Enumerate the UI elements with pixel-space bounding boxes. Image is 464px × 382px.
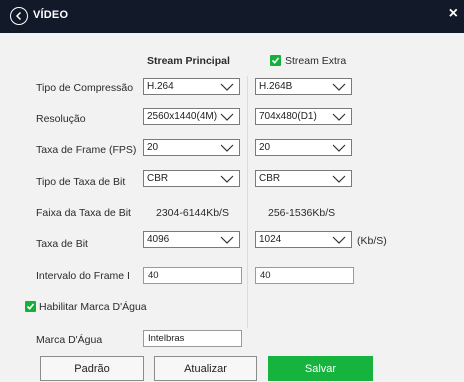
fps-main-select[interactable]: 20 [143,139,240,156]
bitrate-extra-select[interactable]: 1024 [255,231,352,248]
chevron-down-icon [220,144,234,152]
watermark-label: Marca D'Água [36,334,103,346]
chevron-down-icon [332,175,346,183]
stream-extra-checkbox[interactable] [270,55,281,66]
watermark-enable-label: Habilitar Marca D'Água [39,301,147,313]
compression-main-value: H.264 [147,81,174,92]
bitrate-main-value: 4096 [147,234,170,245]
bitrate-extra-value: 1024 [259,234,282,245]
chevron-down-icon [332,83,346,91]
stream-main-header: Stream Principal [147,55,230,67]
resolution-main-select[interactable]: 2560x1440(4M) [143,108,240,125]
compression-label: Tipo de Compressão [36,82,134,94]
resolution-extra-value: 704x480(D1) [259,111,317,122]
chevron-down-icon [332,113,346,121]
chevron-down-icon [220,236,234,244]
close-icon[interactable]: × [449,6,458,22]
bitrate-type-main-select[interactable]: CBR [143,170,240,187]
compression-main-select[interactable]: H.264 [143,78,240,95]
iframe-extra-input[interactable]: 40 [255,267,354,284]
chevron-down-icon [332,236,346,244]
resolution-main-value: 2560x1440(4M) [147,111,218,122]
chevron-down-icon [220,83,234,91]
iframe-label: Intervalo do Frame I [36,270,130,282]
compression-extra-select[interactable]: H.264B [255,78,352,95]
iframe-main-input[interactable]: 40 [143,267,242,284]
bitrate-unit: (Kb/S) [357,235,387,247]
bitrate-range-label: Faixa da Taxa de Bit [36,207,131,219]
fps-label: Taxa de Frame (FPS) [36,144,137,156]
fps-extra-select[interactable]: 20 [255,139,352,156]
bitrate-range-extra: 256-1536Kb/S [268,207,336,219]
save-button[interactable]: Salvar [268,356,373,381]
default-button[interactable]: Padrão [40,356,144,381]
chevron-down-icon [220,113,234,121]
fps-main-value: 20 [147,142,159,153]
bitrate-type-extra-select[interactable]: CBR [255,170,352,187]
compression-extra-value: H.264B [259,81,293,92]
chevron-down-icon [220,175,234,183]
title-bar: VÍDEO × [0,0,464,33]
bitrate-range-main: 2304-6144Kb/S [156,207,229,219]
watermark-checkbox[interactable] [25,301,36,312]
bitrate-type-label: Tipo de Taxa de Bit [36,176,126,188]
bitrate-type-main-value: CBR [147,173,169,184]
bitrate-type-extra-value: CBR [259,173,281,184]
stream-extra-label: Stream Extra [285,55,347,67]
watermark-input[interactable]: Intelbras [143,330,242,347]
resolution-extra-select[interactable]: 704x480(D1) [255,108,352,125]
resolution-label: Resolução [36,113,86,125]
refresh-button[interactable]: Atualizar [154,356,257,381]
column-divider [247,76,248,328]
fps-extra-value: 20 [259,142,271,153]
bitrate-label: Taxa de Bit [36,238,88,250]
back-icon[interactable] [10,7,28,25]
page-title: VÍDEO [33,9,69,21]
chevron-down-icon [332,144,346,152]
bitrate-main-select[interactable]: 4096 [143,231,240,248]
